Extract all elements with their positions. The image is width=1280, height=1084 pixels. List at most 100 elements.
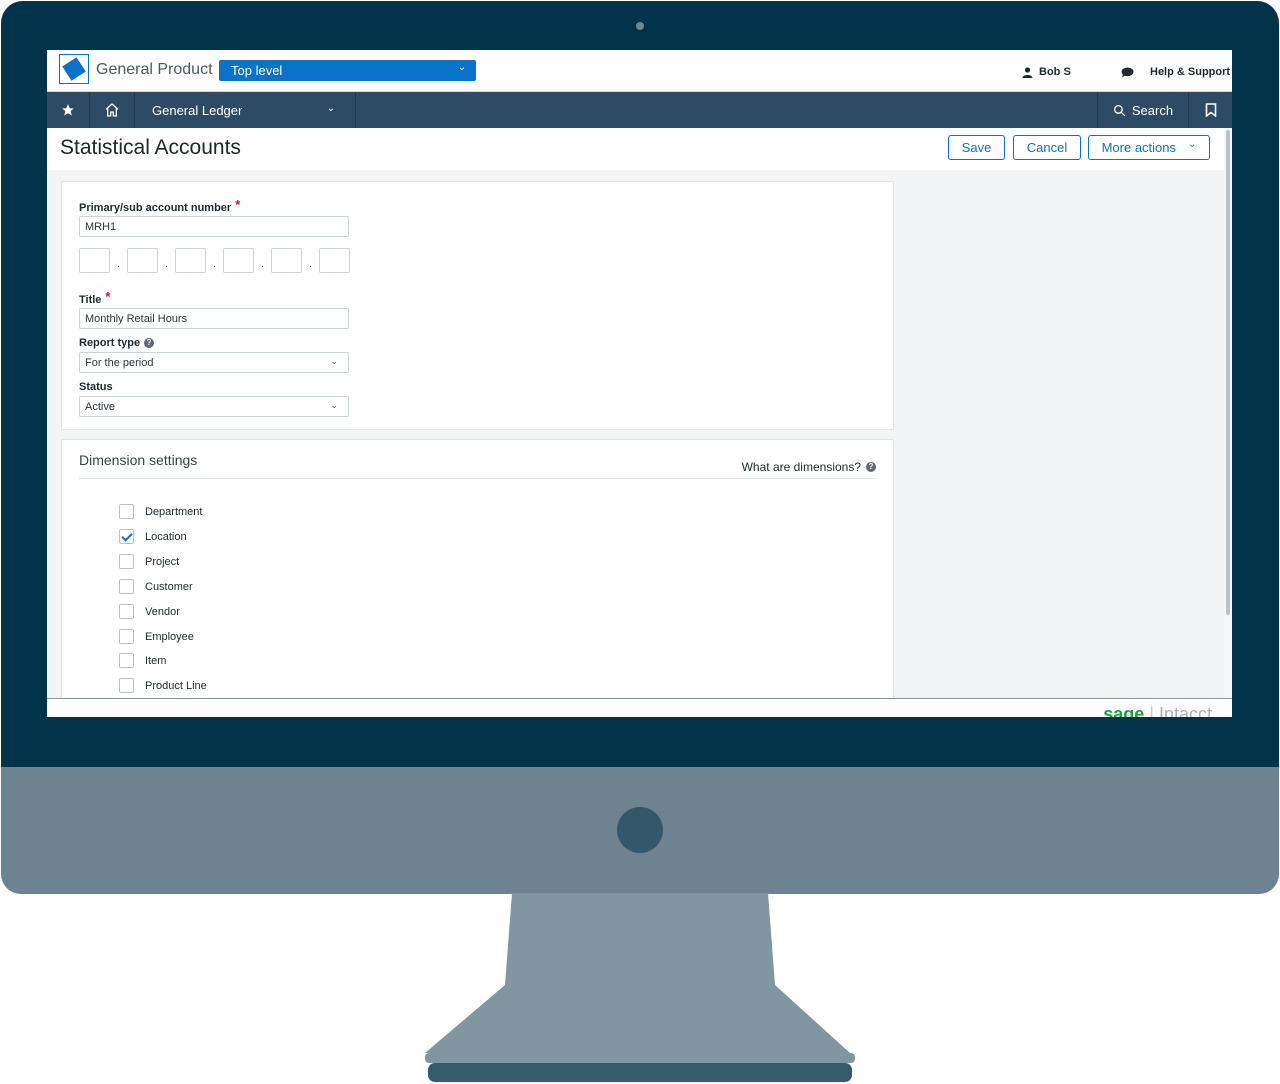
account-form-card: Primary/sub account number * MRH1 . . . …	[61, 181, 894, 430]
search-button[interactable]: Search	[1097, 92, 1189, 128]
customer-label: Customer	[145, 580, 193, 593]
app-screen: General Product Top level ⌄ Bob S Help &…	[47, 50, 1232, 717]
footer-brand-logo: sage | Intacct	[1103, 704, 1212, 717]
more-actions-label: More actions	[1101, 140, 1177, 155]
company-logo-icon	[59, 54, 89, 84]
help-icon: ?	[866, 462, 876, 472]
main-nav: General Ledger ⌄ Search	[47, 92, 1232, 128]
dimension-location[interactable]: Location	[119, 529, 187, 544]
bookmark-icon	[1205, 103, 1216, 117]
item-checkbox[interactable]	[119, 653, 134, 668]
help-support-label: Help & Support	[1150, 66, 1231, 78]
user-name: Bob S	[1039, 66, 1071, 78]
project-checkbox[interactable]	[119, 554, 134, 569]
dimension-product-line[interactable]: Product Line	[119, 678, 207, 693]
dimension-employee[interactable]: Employee	[119, 629, 194, 644]
item-label: Item	[145, 654, 167, 667]
project-label: Project	[145, 555, 180, 568]
title-input[interactable]: Monthly Retail Hours	[79, 308, 349, 329]
required-marker: *	[235, 197, 241, 212]
home-button[interactable]	[90, 92, 135, 128]
entity-selector[interactable]: Top level ⌄	[219, 60, 476, 81]
top-bar: General Product Top level ⌄ Bob S Help &…	[47, 50, 1232, 92]
page-header: Statistical Accounts Save Cancel More ac…	[47, 128, 1224, 170]
department-label: Department	[145, 505, 203, 518]
dimension-item[interactable]: Item	[119, 653, 166, 668]
bookmark-button[interactable]	[1189, 92, 1232, 128]
scrollbar-thumb[interactable]	[1226, 130, 1230, 615]
chevron-down-icon: ⌄	[326, 103, 335, 114]
dimension-department[interactable]: Department	[119, 504, 202, 519]
company-name: General Product	[96, 61, 213, 78]
location-label: Location	[145, 530, 187, 543]
brand-primary: sage	[1103, 704, 1145, 717]
save-button[interactable]: Save	[948, 135, 1005, 160]
status-label-text: Status	[79, 381, 113, 393]
page-title: Statistical Accounts	[60, 136, 241, 159]
entity-selector-label: Top level	[231, 63, 283, 78]
required-marker: *	[105, 289, 111, 304]
vendor-checkbox[interactable]	[119, 604, 134, 619]
module-menu[interactable]: General Ledger ⌄	[135, 92, 356, 128]
star-icon	[62, 104, 74, 116]
status-label: Status	[79, 381, 113, 393]
customer-checkbox[interactable]	[119, 579, 134, 594]
status-value: Active	[85, 401, 115, 413]
page-footer: sage | Intacct	[47, 698, 1232, 717]
section-divider	[79, 478, 877, 479]
dimension-settings-card: Dimension settings What are dimensions? …	[61, 439, 894, 717]
camera-dot	[636, 22, 644, 30]
location-checkbox[interactable]	[119, 529, 134, 544]
vendor-label: Vendor	[145, 605, 180, 618]
dimension-settings-heading: Dimension settings	[79, 452, 198, 468]
department-checkbox[interactable]	[119, 504, 134, 519]
product-line-checkbox[interactable]	[119, 678, 134, 693]
chevron-down-icon: ⌄	[330, 400, 338, 410]
account-segment-input[interactable]	[223, 248, 254, 273]
brand-separator: |	[1149, 704, 1154, 717]
help-support-link[interactable]: Help & Support	[1121, 66, 1230, 78]
segment-separator: .	[260, 257, 265, 270]
what-are-dimensions-label: What are dimensions?	[741, 460, 861, 474]
report-type-label-text: Report type	[79, 337, 141, 349]
product-line-label: Product Line	[145, 679, 207, 692]
segment-separator: .	[116, 257, 121, 270]
chevron-down-icon: ⌄	[457, 62, 466, 73]
monitor-logo	[617, 807, 663, 853]
employee-checkbox[interactable]	[119, 629, 134, 644]
account-segment-input[interactable]	[271, 248, 302, 273]
dimension-vendor[interactable]: Vendor	[119, 604, 180, 619]
help-icon[interactable]: ?	[144, 338, 155, 348]
more-actions-button[interactable]: More actions ⌄	[1088, 135, 1210, 160]
search-icon	[1113, 104, 1126, 116]
favorites-button[interactable]	[47, 92, 90, 128]
title-label: Title *	[79, 289, 111, 307]
account-segment-input[interactable]	[127, 248, 158, 273]
dimension-customer[interactable]: Customer	[119, 579, 193, 594]
account-number-label: Primary/sub account number *	[79, 197, 241, 215]
cancel-button[interactable]: Cancel	[1013, 135, 1081, 160]
account-segment-input[interactable]	[319, 248, 350, 273]
account-segment-input[interactable]	[175, 248, 206, 273]
dimension-project[interactable]: Project	[119, 554, 179, 569]
account-segments: . . . . .	[79, 248, 350, 273]
chat-bubble-icon	[1121, 67, 1134, 77]
home-icon	[105, 103, 119, 117]
account-segment-input[interactable]	[79, 248, 110, 273]
user-icon	[1022, 66, 1033, 78]
status-select[interactable]: Active ⌄	[79, 396, 349, 417]
employee-label: Employee	[145, 630, 194, 643]
search-label: Search	[1131, 102, 1174, 118]
segment-separator: .	[212, 257, 217, 270]
chevron-down-icon: ⌄	[1188, 139, 1197, 150]
monitor-stand	[425, 893, 855, 1082]
report-type-select[interactable]: For the period ⌄	[79, 352, 349, 373]
report-type-value: For the period	[85, 357, 154, 369]
user-menu[interactable]: Bob S	[1022, 66, 1071, 78]
chevron-down-icon: ⌄	[330, 356, 338, 366]
title-label-text: Title	[79, 293, 102, 306]
what-are-dimensions-link[interactable]: What are dimensions? ?	[742, 460, 876, 474]
segment-separator: .	[164, 257, 169, 270]
account-number-input[interactable]: MRH1	[79, 216, 349, 237]
module-menu-label: General Ledger	[152, 102, 243, 118]
